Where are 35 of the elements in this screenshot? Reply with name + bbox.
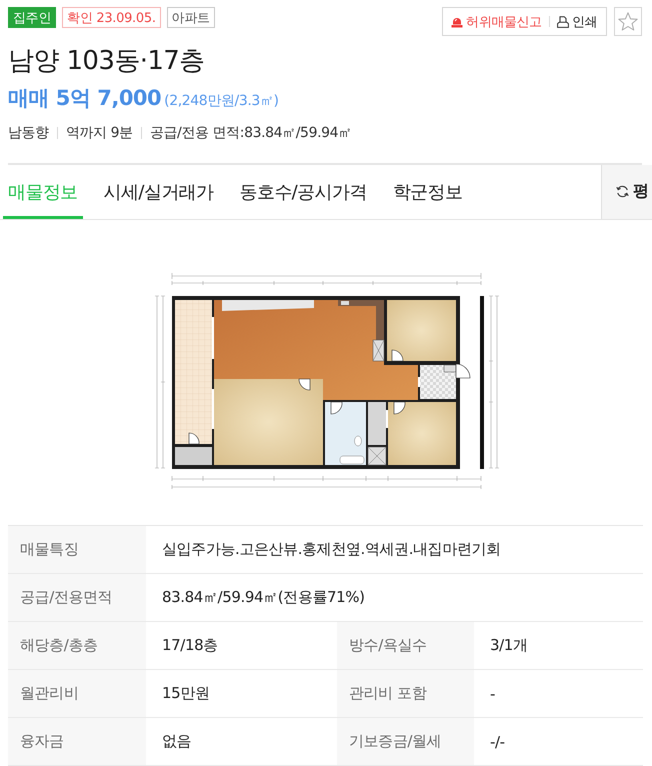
unit-toggle-button[interactable]: 평 bbox=[601, 165, 652, 219]
field-label-cell: 매물특징 bbox=[8, 526, 146, 574]
property-type-badge: 아파트 bbox=[166, 7, 215, 28]
tab[interactable]: 동호수/공시가격 bbox=[234, 165, 372, 219]
tab[interactable]: 시세/실거래가 bbox=[98, 165, 218, 219]
field-value-cell: 83.84㎡/59.94㎡(전용률71%) bbox=[146, 574, 644, 622]
field-value-cell: 실입주가능.고은산뷰.홍제천옆.역세권.내집마련기회 bbox=[146, 526, 644, 574]
siren-icon bbox=[451, 16, 464, 28]
field-value-cell: 3/1개 bbox=[474, 622, 644, 670]
printer-icon bbox=[556, 16, 569, 28]
field-label-cell: 해당층/총층 bbox=[8, 622, 146, 670]
print-button[interactable]: 인쇄 bbox=[556, 12, 597, 32]
summary-item: 공급/전용 면적:83.84㎡/59.94㎡ bbox=[150, 124, 352, 142]
field-label-cell: 방수/욕실수 bbox=[337, 622, 474, 670]
field-label-cell: 공급/전용면적 bbox=[8, 574, 146, 622]
confirmation-badge: 확인 23.09.05. bbox=[62, 7, 161, 28]
field-value-cell: -/- bbox=[474, 718, 644, 766]
refresh-icon bbox=[616, 185, 629, 198]
field-label-cell: 융자금 bbox=[8, 718, 146, 766]
field-value-cell: 없음 bbox=[146, 718, 337, 766]
field-value-cell: - bbox=[474, 670, 644, 718]
report-button[interactable]: 허위매물신고 bbox=[451, 12, 542, 32]
owner-badge: 집주인 bbox=[8, 7, 56, 28]
price-per-area: (2,248만원/3.3㎡) bbox=[164, 92, 279, 110]
field-label-cell: 월관리비 bbox=[8, 670, 146, 718]
favorite-button[interactable] bbox=[614, 7, 642, 36]
field-value-cell: 15만원 bbox=[146, 670, 337, 718]
tab[interactable]: 학군정보 bbox=[388, 165, 468, 219]
field-label-cell: 관리비 포함 bbox=[337, 670, 474, 718]
field-label-cell: 기보증금/월세 bbox=[337, 718, 474, 766]
sale-price: 매매 5억 7,000 bbox=[8, 85, 162, 112]
field-value-cell: 17/18층 bbox=[146, 622, 337, 670]
summary-item: 남동향 bbox=[8, 124, 49, 142]
summary-item: 역까지 9분 bbox=[66, 124, 133, 142]
listing-title: 남양 103동·17층 bbox=[8, 45, 205, 78]
